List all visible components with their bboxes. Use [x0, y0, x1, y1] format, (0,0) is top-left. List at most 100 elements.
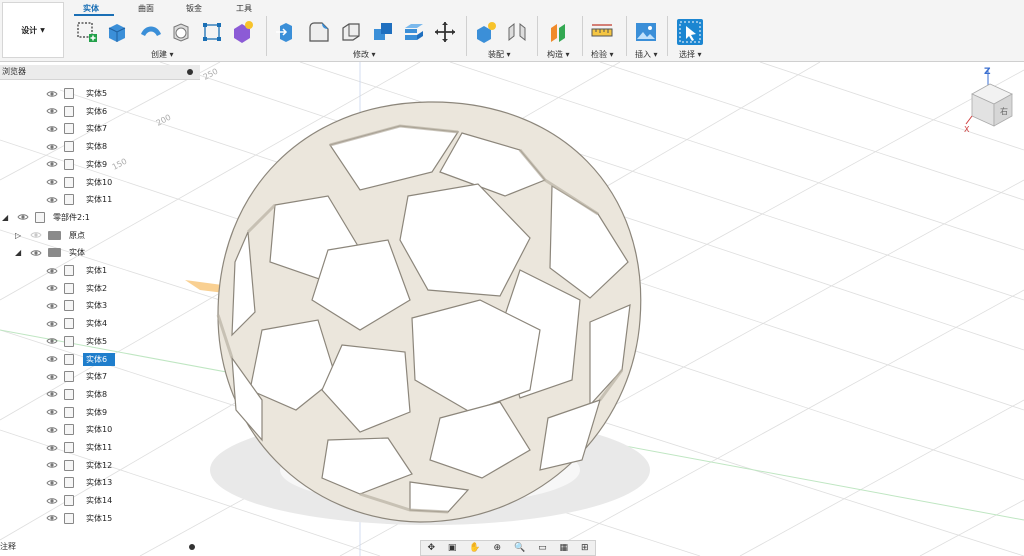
zoom-window-icon[interactable]: 🔍	[514, 543, 525, 553]
bodies-folder[interactable]: ◢ 实体	[15, 244, 85, 261]
collapse-triangle-icon[interactable]: ◢	[2, 213, 12, 222]
body-item[interactable]: 实体3	[45, 297, 107, 314]
joint-button[interactable]	[504, 19, 530, 45]
visibility-eye-icon[interactable]	[45, 443, 59, 453]
body-item[interactable]: 实体12	[45, 457, 112, 474]
visibility-eye-icon[interactable]	[45, 372, 59, 382]
visibility-eye-icon[interactable]	[45, 124, 59, 134]
modify-group-label[interactable]: 修改 ▾	[353, 49, 376, 60]
truncated-icosahedron-frame[interactable]	[216, 101, 642, 523]
visibility-eye-icon[interactable]	[45, 283, 59, 293]
offset-plane-button[interactable]	[546, 19, 572, 45]
revolve-button[interactable]	[168, 19, 194, 45]
body-item[interactable]: 实体7	[45, 120, 107, 137]
body-item[interactable]: 实体5	[45, 333, 107, 350]
fillet-button[interactable]	[306, 19, 332, 45]
body-item[interactable]: 实体6	[45, 351, 116, 368]
body-item[interactable]: 实体10	[45, 174, 112, 191]
visibility-eye-icon[interactable]	[45, 389, 59, 399]
tab-surface[interactable]: 曲面	[138, 3, 154, 14]
insert-group-label[interactable]: 插入 ▾	[635, 49, 658, 60]
expand-triangle-icon[interactable]: ▷	[15, 231, 25, 240]
visibility-eye-icon[interactable]	[45, 319, 59, 329]
body-item[interactable]: 实体8	[45, 386, 107, 403]
visibility-eye-icon[interactable]	[45, 425, 59, 435]
move-copy-button[interactable]	[432, 19, 458, 45]
body-item[interactable]: 实体7	[45, 368, 107, 385]
inspect-group-label[interactable]: 检验 ▾	[591, 49, 614, 60]
visibility-eye-icon[interactable]	[45, 301, 59, 311]
body-item[interactable]: 实体1	[45, 262, 107, 279]
collapse-triangle-icon[interactable]: ◢	[15, 248, 25, 257]
body-item[interactable]: 实体15	[45, 510, 112, 527]
body-item[interactable]: 实体10	[45, 421, 112, 438]
display-settings-icon[interactable]: ▭	[538, 543, 547, 553]
visibility-eye-icon[interactable]	[45, 407, 59, 417]
create-group-label[interactable]: 创建 ▾	[151, 49, 174, 60]
select-button[interactable]	[677, 19, 703, 45]
tab-tools[interactable]: 工具	[236, 3, 252, 14]
press-pull-button[interactable]	[273, 19, 299, 45]
body-icon	[64, 388, 74, 400]
select-group-label[interactable]: 选择 ▾	[679, 49, 702, 60]
body-item[interactable]: 实体2	[45, 280, 107, 297]
visibility-eye-icon[interactable]	[45, 106, 59, 116]
visibility-eye-icon[interactable]	[29, 230, 43, 240]
body-item[interactable]: 实体6	[45, 103, 107, 120]
extrude-button[interactable]	[104, 19, 130, 45]
body-item[interactable]: 实体8	[45, 138, 107, 155]
folder-label: 原点	[69, 230, 85, 240]
visibility-eye-icon[interactable]	[45, 142, 59, 152]
combine-button[interactable]	[370, 19, 396, 45]
orbit-icon[interactable]: ✥	[427, 543, 435, 553]
body-item[interactable]: 实体4	[45, 315, 107, 332]
visibility-eye-icon[interactable]	[45, 159, 59, 169]
measure-button[interactable]	[589, 19, 615, 45]
body-item[interactable]: 实体9	[45, 404, 107, 421]
insert-image-button[interactable]	[633, 19, 659, 45]
pan-hand-icon[interactable]: ✋	[469, 543, 480, 553]
zoom-icon[interactable]: ⊕	[494, 543, 502, 553]
chamfer-button[interactable]	[338, 19, 364, 45]
form-button[interactable]	[199, 19, 225, 45]
visibility-eye-icon[interactable]	[45, 354, 59, 364]
body-item[interactable]: 实体5	[45, 85, 107, 102]
visibility-eye-icon[interactable]	[16, 212, 30, 222]
panel-options-icon[interactable]	[187, 69, 193, 75]
visibility-eye-icon[interactable]	[45, 89, 59, 99]
viewcube[interactable]: Z 右 X	[962, 66, 1018, 136]
body-item[interactable]: 实体14	[45, 492, 112, 509]
split-body-button[interactable]	[401, 19, 427, 45]
visibility-eye-icon[interactable]	[45, 266, 59, 276]
body-item[interactable]: 实体11	[45, 191, 112, 208]
visibility-eye-icon[interactable]	[45, 336, 59, 346]
body-item[interactable]: 实体9	[45, 156, 107, 173]
visibility-eye-icon[interactable]	[45, 460, 59, 470]
viewports-icon[interactable]: ⊞	[581, 543, 589, 553]
body-item[interactable]: 实体13	[45, 474, 112, 491]
new-component-button[interactable]	[473, 19, 499, 45]
browser-header[interactable]: 浏览器	[0, 65, 200, 80]
construct-group-label[interactable]: 构造 ▾	[547, 49, 570, 60]
origin-folder[interactable]: ▷ 原点	[15, 227, 85, 244]
visibility-eye-icon[interactable]	[45, 513, 59, 523]
workspace-switcher[interactable]: 设计 ▼	[2, 2, 64, 58]
tab-solid[interactable]: 实体	[83, 3, 99, 14]
grid-settings-icon[interactable]: ▦	[560, 543, 569, 553]
visibility-eye-icon[interactable]	[45, 195, 59, 205]
look-at-icon[interactable]: ▣	[448, 543, 457, 553]
form-icon	[203, 23, 221, 41]
visibility-eye-icon[interactable]	[45, 478, 59, 488]
body-item[interactable]: 实体11	[45, 439, 112, 456]
sweep-button[interactable]	[138, 19, 164, 45]
tab-sheet-metal[interactable]: 钣金	[186, 3, 202, 14]
derive-button[interactable]	[229, 19, 255, 45]
visibility-eye-icon[interactable]	[29, 248, 43, 258]
timeline-options-icon[interactable]	[189, 544, 195, 550]
visibility-eye-icon[interactable]	[45, 177, 59, 187]
assemble-group-label[interactable]: 装配 ▾	[488, 49, 511, 60]
chamfer-icon	[342, 23, 360, 41]
visibility-eye-icon[interactable]	[45, 496, 59, 506]
component-item[interactable]: ◢ 零部件2:1	[2, 209, 90, 226]
create-sketch-button[interactable]	[75, 19, 101, 45]
